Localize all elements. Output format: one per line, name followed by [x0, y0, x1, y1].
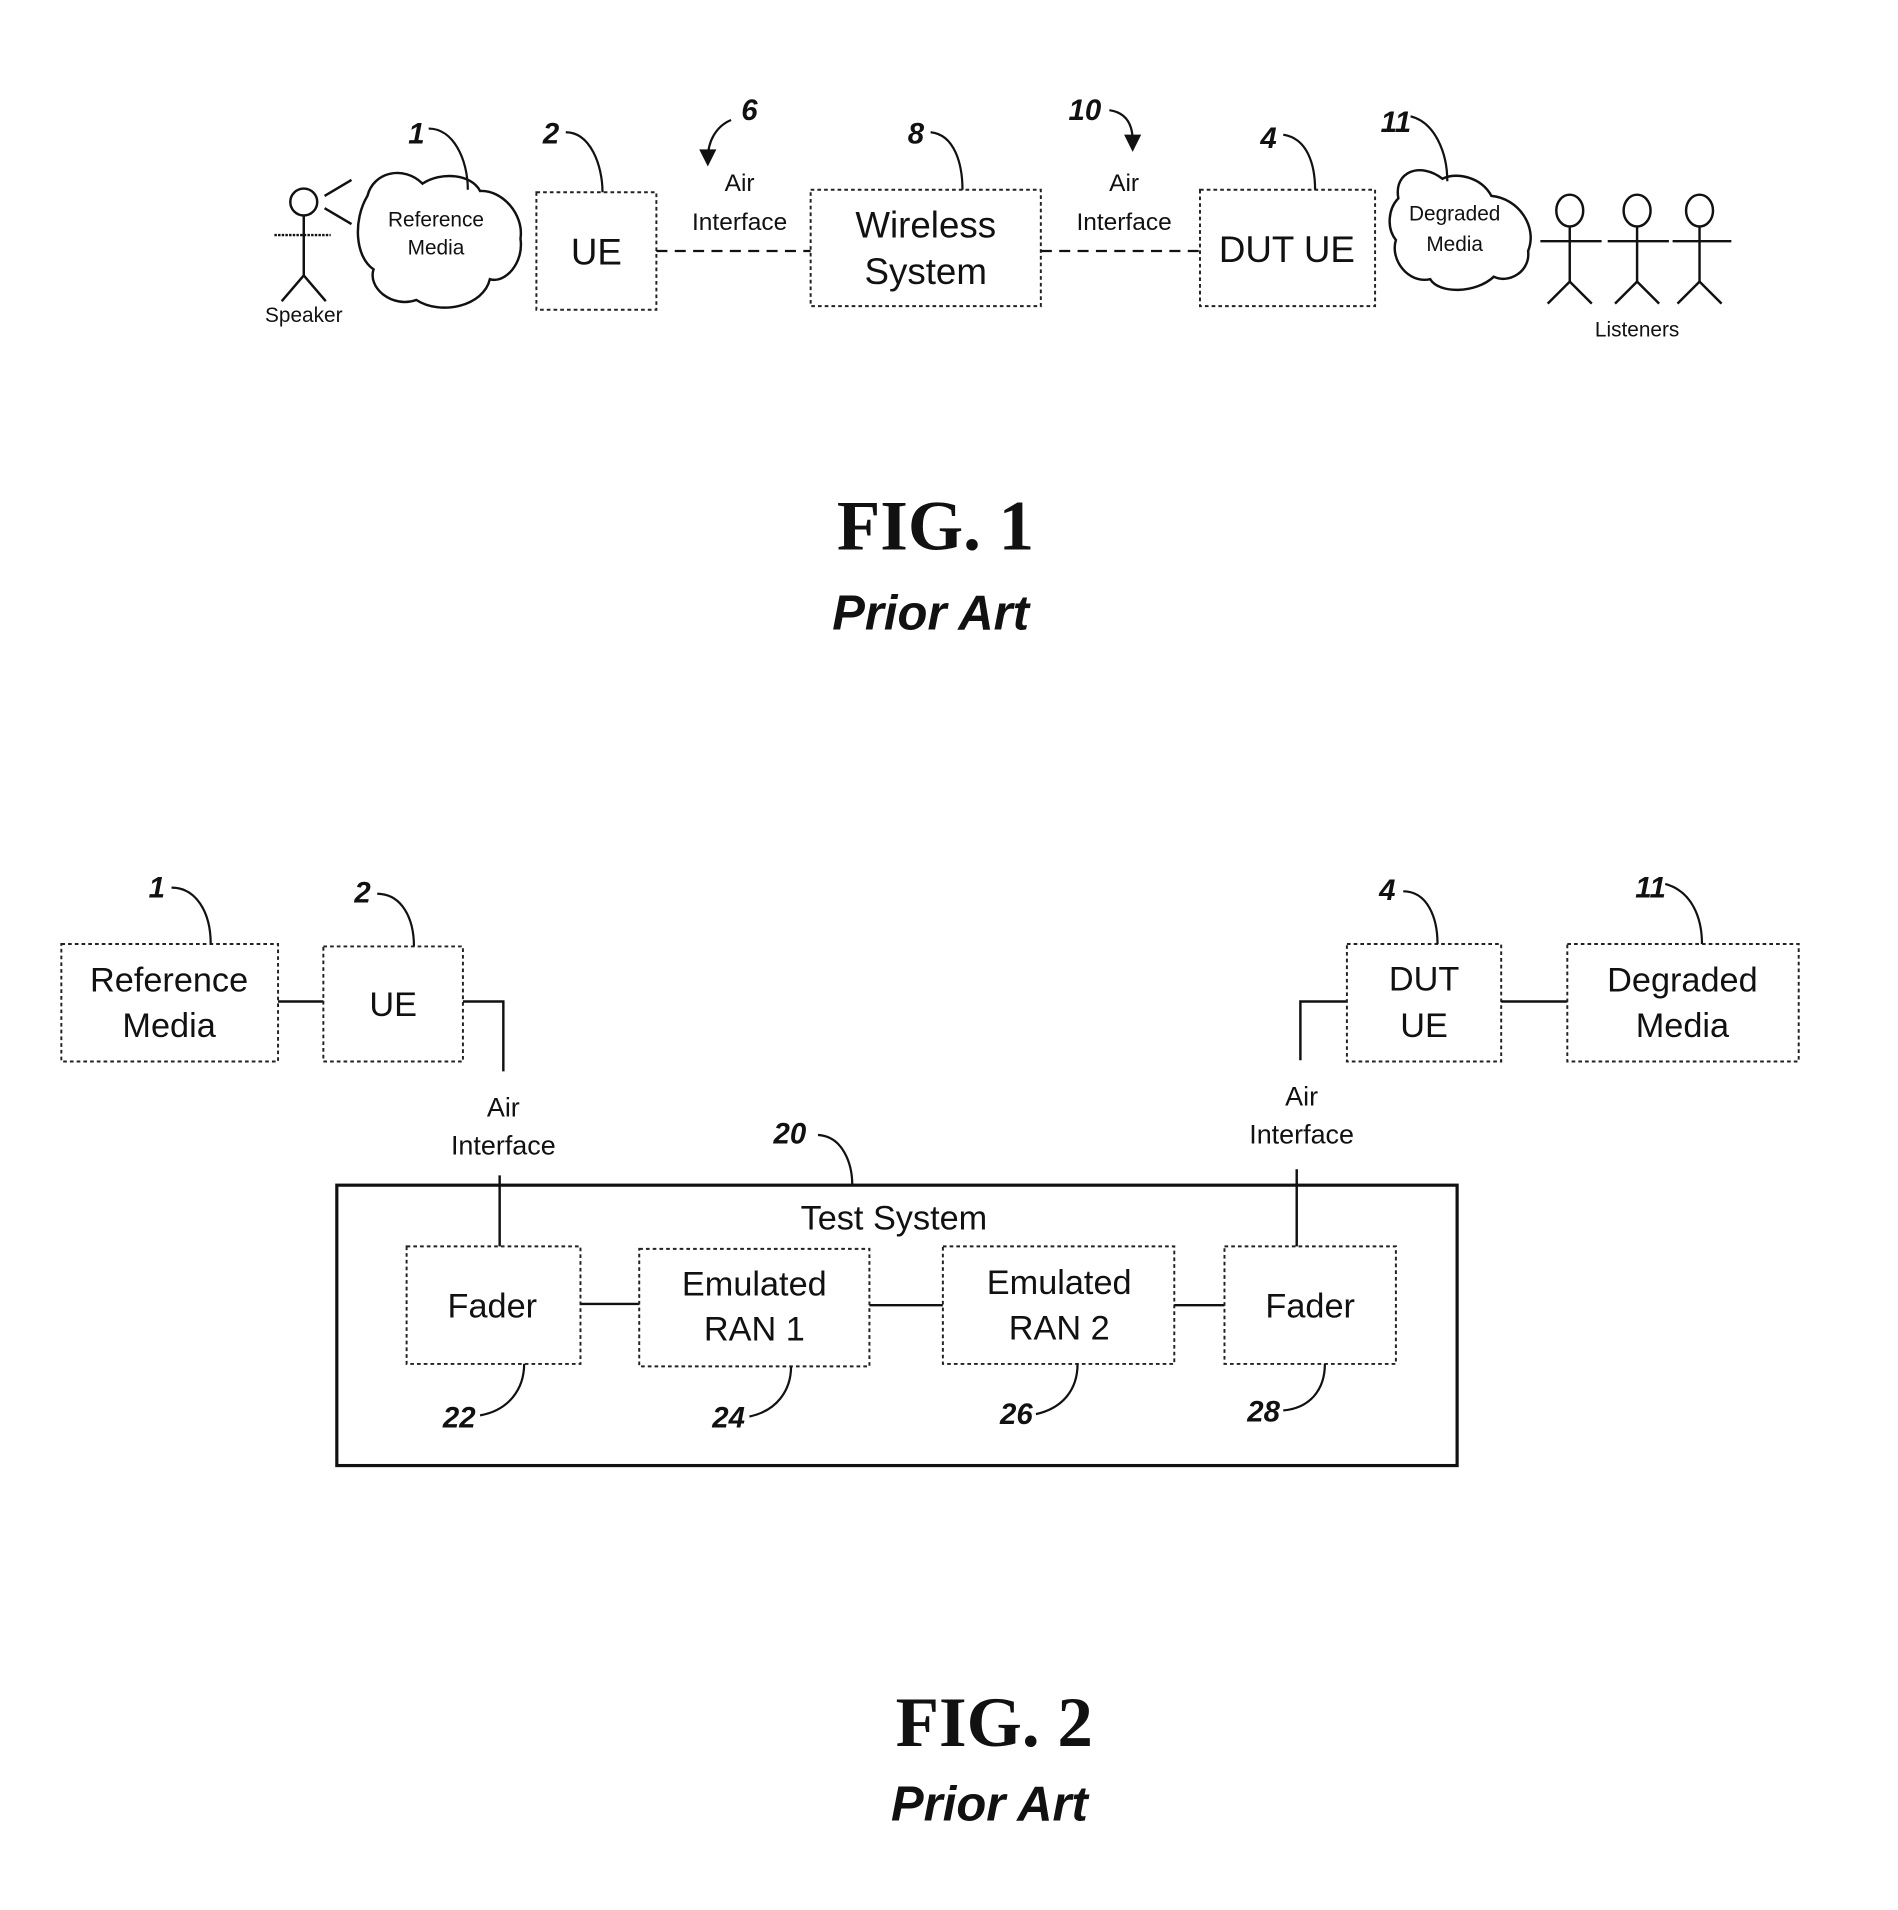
fig2-title: FIG. 2: [896, 1684, 1093, 1762]
fig2-ref-number-22: 22: [442, 1402, 476, 1435]
air-interface-1-line1: Air: [725, 170, 755, 197]
fig2-dut-ue-line1: DUT: [1389, 961, 1459, 999]
arrow-10-head: [1124, 134, 1142, 152]
listener-icon-3: [1672, 193, 1732, 305]
degraded-media-line1: Degraded: [1409, 202, 1500, 225]
fader-2-label: Fader: [1265, 1287, 1355, 1325]
fig2-ue-label: UE: [369, 986, 417, 1024]
ref-number-8: 8: [908, 117, 925, 150]
emulated-ran-2-line2: RAN 2: [1009, 1309, 1110, 1347]
ref-number-6: 6: [741, 94, 758, 127]
fig2-air-left-line2: Interface: [451, 1131, 556, 1161]
arrow-6-head: [699, 149, 717, 167]
wireless-system-line2: System: [865, 251, 987, 292]
speaker-label: Speaker: [265, 304, 343, 327]
fig2-leader-line-2: [377, 892, 416, 947]
leader-line-8: [930, 131, 964, 190]
air-interface-2-line1: Air: [1109, 170, 1139, 197]
emulated-ran-2-line1: Emulated: [987, 1264, 1132, 1302]
listener-icon-1: [1540, 193, 1602, 305]
fig1-title: FIG. 1: [837, 488, 1034, 566]
air-interface-2-line2: Interface: [1076, 209, 1171, 236]
fig2-ref-number-2: 2: [353, 876, 371, 909]
fig2-ref-number-26: 26: [999, 1398, 1033, 1431]
reference-media-label-line1: Reference: [388, 209, 484, 232]
speaker-icon: [274, 178, 353, 302]
link-air-to-dut: [1299, 1000, 1347, 1061]
air-interface-1-line2: Interface: [692, 209, 787, 236]
fig2-ref-number-11: 11: [1635, 871, 1666, 904]
ref-number-11: 11: [1381, 106, 1412, 139]
fig2-leader-line-22: [479, 1363, 526, 1417]
fig2-leader-line-28: [1283, 1363, 1326, 1412]
ref-number-1: 1: [408, 117, 424, 150]
fig2-leader-line-4: [1403, 890, 1439, 944]
degraded-media-line2: Media: [1426, 233, 1483, 256]
ref-number-10: 10: [1069, 94, 1102, 127]
fig1-subtitle: Prior Art: [832, 586, 1031, 640]
fig2-ref-number-20: 20: [772, 1118, 806, 1151]
degraded-media-cloud: [1388, 169, 1532, 292]
fig2-leader-line-24: [749, 1366, 793, 1418]
emulated-ran-1-line1: Emulated: [682, 1265, 827, 1303]
fig2-ref-number-24: 24: [711, 1402, 745, 1435]
fig2-ref-number-4: 4: [1378, 874, 1395, 907]
listeners-label: Listeners: [1595, 319, 1679, 342]
fig2-air-right-line2: Interface: [1249, 1120, 1354, 1150]
fig2-leader-line-20: [817, 1133, 854, 1186]
listener-icon-2: [1607, 193, 1669, 305]
fig2-dut-ue-line2: UE: [1400, 1007, 1448, 1045]
fig2-leader-line-26: [1035, 1363, 1079, 1416]
fig1-diagram: Speaker Reference Media 1 UE 2 Air Inter…: [265, 94, 1732, 640]
leader-line-2: [565, 131, 604, 193]
fig2-leader-line-11: [1664, 882, 1704, 944]
fig2-ref-number-1: 1: [149, 871, 165, 904]
fig2-ref-number-28: 28: [1246, 1395, 1280, 1428]
patent-figures: Speaker Reference Media 1 UE 2 Air Inter…: [60, 94, 1800, 1832]
dut-ue-label: DUT UE: [1219, 229, 1355, 270]
ref-number-2: 2: [542, 117, 560, 150]
wireless-system-line1: Wireless: [855, 205, 996, 246]
fig2-reference-media-line2: Media: [122, 1007, 216, 1045]
fig2-air-left-line1: Air: [487, 1093, 520, 1123]
fig2-degraded-media-line2: Media: [1636, 1007, 1730, 1045]
link-ue-to-air: [462, 1000, 505, 1072]
test-system-label: Test System: [801, 1199, 988, 1237]
fig2-degraded-media-line1: Degraded: [1607, 962, 1758, 1000]
fig2-leader-line-1: [171, 886, 212, 944]
emulated-ran-1-line2: RAN 1: [704, 1311, 805, 1349]
fig2-subtitle: Prior Art: [891, 1778, 1090, 1832]
fig2-diagram: Reference Media 1 UE 2 Air Interface Tes…: [60, 871, 1800, 1832]
reference-media-label-line2: Media: [408, 237, 465, 260]
fig2-reference-media-line1: Reference: [90, 962, 248, 1000]
fig2-air-right-line1: Air: [1285, 1082, 1318, 1112]
ue-label: UE: [571, 231, 622, 272]
fader-1-label: Fader: [448, 1287, 538, 1325]
leader-line-1: [428, 127, 469, 190]
leader-line-4: [1283, 133, 1317, 190]
ref-number-4: 4: [1259, 122, 1276, 155]
